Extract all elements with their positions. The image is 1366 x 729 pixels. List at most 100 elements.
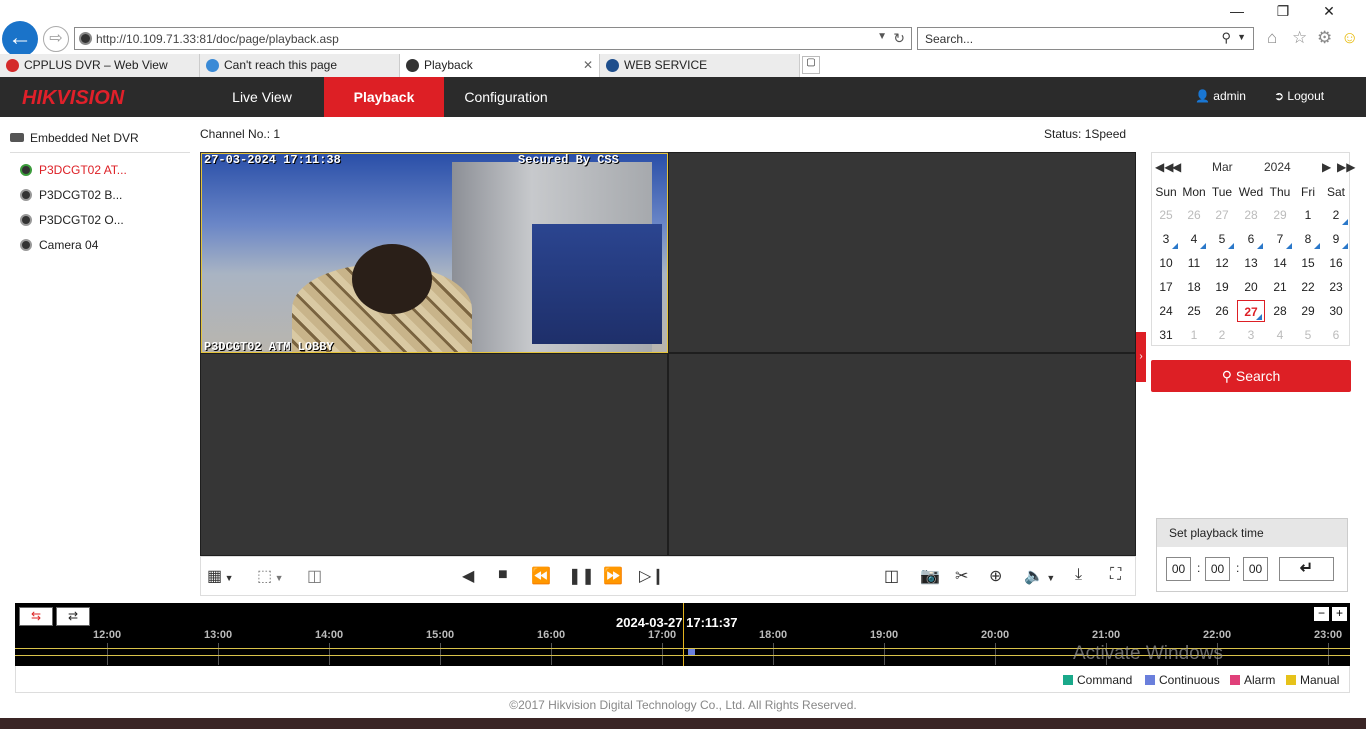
nav-playback[interactable]: Playback bbox=[324, 77, 444, 117]
browser-tab-active[interactable]: Playback ✕ bbox=[400, 54, 600, 77]
zoom-in-icon[interactable]: + bbox=[1332, 607, 1347, 621]
calendar-day[interactable]: 28 bbox=[1237, 204, 1265, 226]
window-layout-icon[interactable]: ▦ ▼ bbox=[207, 566, 234, 586]
browser-tab[interactable]: CPPLUS DVR – Web View bbox=[0, 54, 200, 77]
nav-configuration[interactable]: Configuration bbox=[460, 77, 552, 117]
calendar-day[interactable]: 21 bbox=[1266, 276, 1294, 298]
back-button[interactable]: ← bbox=[2, 21, 38, 57]
home-icon[interactable]: ⌂ bbox=[1267, 28, 1277, 48]
timeline-cursor[interactable] bbox=[683, 603, 684, 666]
calendar-day[interactable]: 27 bbox=[1208, 204, 1236, 226]
close-tab-icon[interactable]: ✕ bbox=[583, 54, 593, 77]
new-tab-button[interactable]: ▢ bbox=[802, 56, 820, 74]
second-input[interactable]: 00 bbox=[1243, 557, 1268, 581]
calendar-day[interactable]: 18 bbox=[1180, 276, 1208, 298]
calendar-day[interactable]: 17 bbox=[1152, 276, 1180, 298]
tree-camera-1[interactable]: P3DCGT02 AT... bbox=[20, 163, 127, 179]
calendar-day[interactable]: 3 bbox=[1237, 324, 1265, 346]
calendar-day[interactable]: 5 bbox=[1294, 324, 1322, 346]
calendar-day[interactable]: 26 bbox=[1208, 300, 1236, 322]
search-button[interactable]: ⚲ Search bbox=[1151, 360, 1351, 392]
pause-icon[interactable]: ❚❚ bbox=[568, 566, 595, 586]
calendar-day[interactable]: 19 bbox=[1208, 276, 1236, 298]
audio-mute-icon[interactable]: 🔈 ▼ bbox=[1024, 566, 1055, 586]
next-year-icon[interactable]: ▶▶ bbox=[1337, 160, 1355, 174]
calendar-day[interactable]: 31 bbox=[1152, 324, 1180, 346]
calendar-day[interactable]: 2 bbox=[1208, 324, 1236, 346]
calendar-day[interactable]: 6 bbox=[1237, 228, 1265, 250]
calendar-day[interactable]: 3 bbox=[1152, 228, 1180, 250]
calendar-day[interactable]: 14 bbox=[1266, 252, 1294, 274]
digital-zoom-icon[interactable]: ⊕ bbox=[989, 566, 1002, 586]
settings-gear-icon[interactable]: ⚙ bbox=[1317, 28, 1332, 48]
tree-root[interactable]: Embedded Net DVR bbox=[10, 131, 139, 145]
reverse-play-icon[interactable]: ◀ bbox=[462, 566, 474, 586]
minute-input[interactable]: 00 bbox=[1205, 557, 1230, 581]
user-menu[interactable]: 👤 admin bbox=[1195, 89, 1246, 103]
forward-button[interactable]: ⇨ bbox=[43, 26, 69, 52]
single-frame-icon[interactable]: ▷❙ bbox=[639, 566, 665, 586]
calendar-day[interactable]: 29 bbox=[1294, 300, 1322, 322]
calendar-day[interactable]: 15 bbox=[1294, 252, 1322, 274]
calendar-day[interactable]: 24 bbox=[1152, 300, 1180, 322]
video-window-3[interactable] bbox=[200, 353, 668, 556]
next-month-icon[interactable]: ▶ bbox=[1322, 160, 1331, 174]
capture-icon[interactable]: 📷 bbox=[920, 566, 940, 586]
calendar-day[interactable]: 11 bbox=[1180, 252, 1208, 274]
calendar-day[interactable]: 29 bbox=[1266, 204, 1294, 226]
nav-live-view[interactable]: Live View bbox=[220, 77, 304, 117]
calendar-day[interactable]: 4 bbox=[1266, 324, 1294, 346]
calendar-day[interactable]: 9 bbox=[1322, 228, 1350, 250]
calendar-month[interactable]: Mar bbox=[1212, 160, 1233, 174]
monitor-icon[interactable]: ◫ bbox=[307, 566, 322, 586]
calendar-day[interactable]: 2 bbox=[1322, 204, 1350, 226]
logout-button[interactable]: ➲ Logout bbox=[1274, 89, 1324, 103]
calendar-day[interactable]: 6 bbox=[1322, 324, 1350, 346]
calendar-day[interactable]: 7 bbox=[1266, 228, 1294, 250]
stop-all-icon[interactable]: ◫ bbox=[884, 566, 899, 586]
panel-toggle-button[interactable]: › bbox=[1136, 332, 1146, 382]
calendar-year[interactable]: 2024 bbox=[1264, 160, 1291, 174]
browser-search-input[interactable]: Search... ⚲ ▼ bbox=[917, 27, 1254, 50]
timeline-clip-button[interactable]: ⇆ bbox=[19, 607, 53, 626]
calendar-day[interactable]: 16 bbox=[1322, 252, 1350, 274]
calendar-day[interactable]: 1 bbox=[1180, 324, 1208, 346]
calendar-day[interactable]: 26 bbox=[1180, 204, 1208, 226]
tree-camera-2[interactable]: P3DCGT02 B... bbox=[20, 188, 122, 204]
search-icon[interactable]: ⚲ bbox=[1221, 30, 1231, 46]
calendar-day[interactable]: 4 bbox=[1180, 228, 1208, 250]
close-icon[interactable]: ✕ bbox=[1306, 3, 1352, 20]
fast-forward-icon[interactable]: ⏩ bbox=[603, 566, 623, 586]
calendar-day[interactable]: 5 bbox=[1208, 228, 1236, 250]
calendar-day[interactable]: 23 bbox=[1322, 276, 1350, 298]
tree-camera-3[interactable]: P3DCGT02 O... bbox=[20, 213, 124, 229]
chevron-down-icon[interactable]: ▼ bbox=[1237, 32, 1246, 42]
calendar-day[interactable]: 1 bbox=[1294, 204, 1322, 226]
prev-month-icon[interactable]: ◀ bbox=[1172, 160, 1181, 174]
window-select-icon[interactable]: ⬚ ▼ bbox=[257, 566, 284, 586]
refresh-icon[interactable]: ↻ bbox=[893, 30, 905, 47]
address-bar[interactable]: http://10.109.71.33:81/doc/page/playback… bbox=[74, 27, 912, 50]
video-window-1[interactable]: 27-03-2024 17:11:38 Secured By CSS P3DCG… bbox=[201, 153, 668, 353]
enter-time-button[interactable]: ↵ bbox=[1279, 557, 1334, 581]
video-window-4[interactable] bbox=[668, 353, 1136, 556]
slow-down-icon[interactable]: ⏪ bbox=[531, 566, 551, 586]
calendar-day[interactable]: 13 bbox=[1237, 252, 1265, 274]
calendar-day[interactable]: 25 bbox=[1152, 204, 1180, 226]
timeline-sync-button[interactable]: ⇄ bbox=[56, 607, 90, 626]
restore-icon[interactable]: ❐ bbox=[1260, 3, 1306, 20]
calendar-day[interactable]: 27 bbox=[1237, 300, 1265, 322]
calendar-day[interactable]: 20 bbox=[1237, 276, 1265, 298]
video-window-2[interactable] bbox=[668, 152, 1136, 353]
fullscreen-icon[interactable]: ⛶ bbox=[1110, 566, 1121, 584]
calendar-day[interactable]: 25 bbox=[1180, 300, 1208, 322]
minimize-icon[interactable]: — bbox=[1214, 3, 1260, 19]
smiley-icon[interactable]: ☺ bbox=[1341, 28, 1358, 48]
chevron-down-icon[interactable]: ▼ bbox=[877, 31, 887, 42]
tree-camera-4[interactable]: Camera 04 bbox=[20, 238, 98, 254]
calendar-day[interactable]: 28 bbox=[1266, 300, 1294, 322]
browser-tab[interactable]: Can't reach this page bbox=[200, 54, 400, 77]
calendar-day[interactable]: 12 bbox=[1208, 252, 1236, 274]
clip-scissors-icon[interactable]: ✂ bbox=[955, 566, 968, 586]
zoom-out-icon[interactable]: − bbox=[1314, 607, 1329, 621]
